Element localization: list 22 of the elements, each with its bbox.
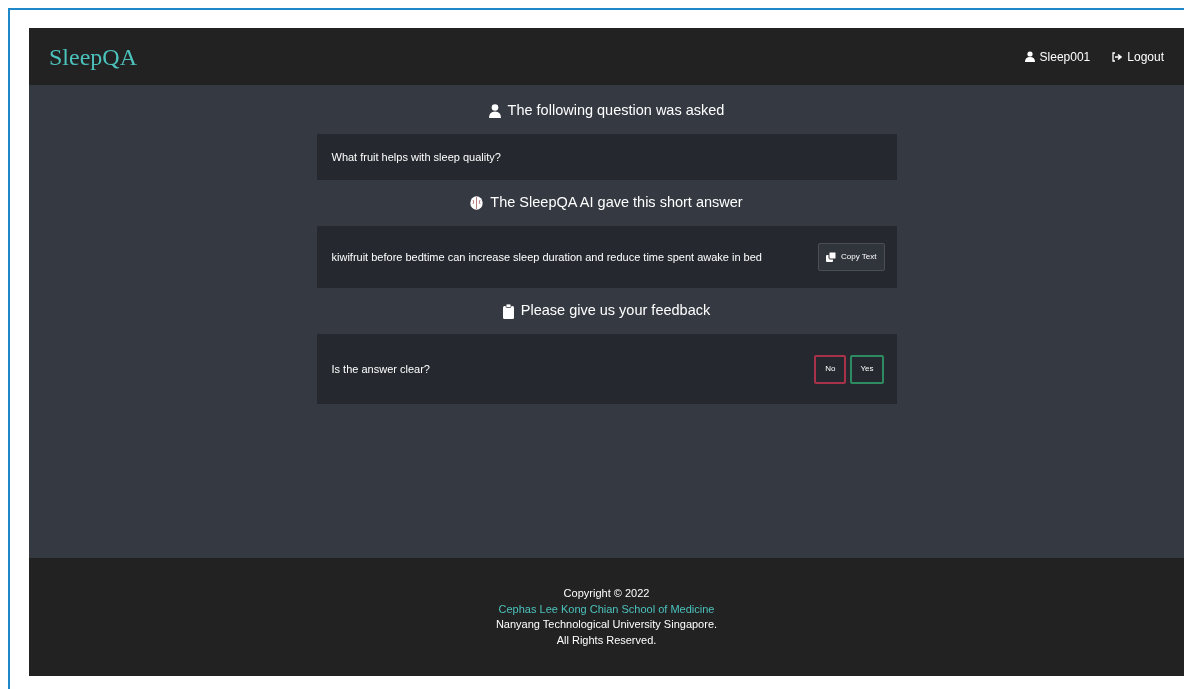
- user-icon: [1024, 51, 1035, 62]
- section-heading: The SleepQA AI gave this short answer: [490, 193, 743, 213]
- clipboard-icon: [502, 303, 514, 319]
- answer-button[interactable]: Yes: [850, 354, 884, 384]
- section-heading: Please give us your feedback: [520, 301, 711, 321]
- university-text: Nanyang Technological University Singapore.: [495, 617, 718, 632]
- feedback-question: Is the answer clear?: [331, 361, 430, 377]
- rights-text: All Rights Reserved.: [556, 632, 657, 648]
- answer-text: kiwifruit before bedtime can increase sleep duration and reduce time spent awake in bed: [331, 249, 762, 265]
- answer-button[interactable]: No: [814, 354, 847, 384]
- logout-link[interactable]: Logout: [1112, 47, 1164, 66]
- copy-icon: [826, 252, 837, 262]
- brain-icon: [470, 196, 484, 210]
- copy-text-button[interactable]: Copy Text: [818, 243, 885, 271]
- question-text: What fruit helps with sleep quality?: [331, 149, 501, 165]
- logout-icon: [1112, 51, 1124, 62]
- copyright-text: Copyright © 2022: [563, 586, 650, 601]
- section-heading: The following question was asked: [507, 101, 725, 121]
- user-icon: [488, 104, 501, 118]
- school-link[interactable]: Cephas Lee Kong Chian School of Medicine: [498, 601, 715, 617]
- logo[interactable]: SleepQA: [49, 38, 137, 75]
- user-link[interactable]: Sleep001: [1024, 47, 1091, 66]
